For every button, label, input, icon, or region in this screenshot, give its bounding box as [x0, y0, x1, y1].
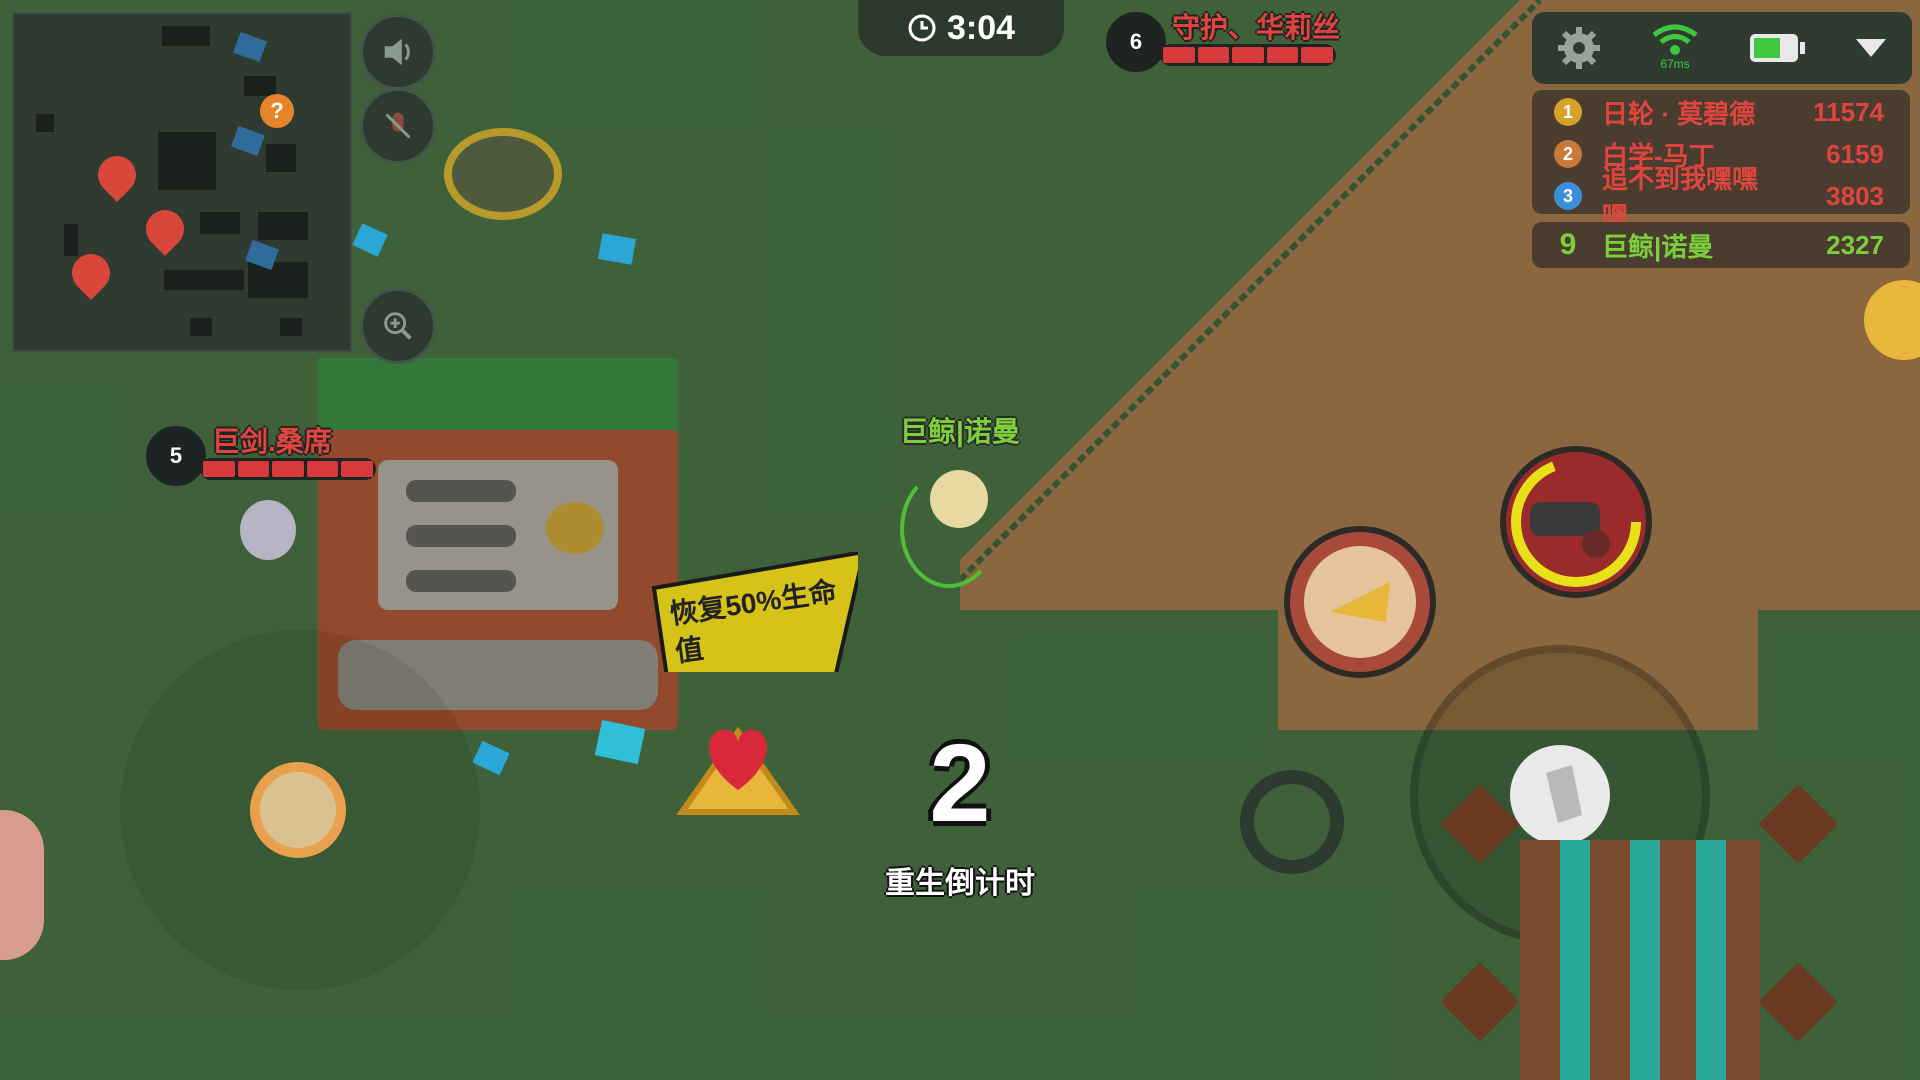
zoom-button[interactable] [360, 288, 436, 364]
dropdown-icon[interactable] [1854, 37, 1888, 59]
my-rank-number: 9 [1559, 228, 1577, 261]
minimap[interactable]: ? [12, 12, 352, 352]
character-portrait-icon [1304, 546, 1416, 658]
zoom-in-icon [384, 312, 412, 340]
wifi-indicator: 67ms [1650, 23, 1700, 73]
rank-badge: 2 [1554, 140, 1582, 168]
leaderboard: 1 日轮 · 莫碧德 11574 2 白学-马丁 6159 3 追不到我嘿嘿嘿 … [1532, 90, 1910, 231]
attack-joystick-knob[interactable] [1510, 745, 1610, 845]
cannon-icon [1511, 457, 1641, 587]
bridge-water [1630, 840, 1660, 1080]
enemy-level-badge: 6 [1106, 12, 1166, 72]
minimap-enemy-marker [138, 202, 192, 256]
water-crystal-icon [598, 233, 636, 265]
bridge-water [1560, 840, 1590, 1080]
battery-icon [1750, 34, 1805, 62]
leaderboard-player-name: 日轮 · 莫碧德 [1602, 98, 1756, 129]
enemy-character-offscreen [0, 810, 44, 960]
respawn-countdown-label: 重生倒计时 [885, 867, 1035, 900]
my-rank-row: 9 巨鲸|诺曼 2327 [1532, 222, 1910, 268]
enemy-level-badge: 5 [146, 426, 206, 486]
voice-chat-button[interactable] [360, 88, 436, 164]
enemy-health-bar [200, 458, 376, 480]
bridge-water [1696, 840, 1726, 1080]
respawn-countdown: 2 [929, 722, 991, 845]
leaderboard-score: 3803 [1826, 180, 1884, 211]
my-score: 2327 [1826, 229, 1884, 260]
rank-badge: 1 [1554, 98, 1582, 126]
match-timer: 3:04 [858, 0, 1064, 56]
heart-powerup-icon [676, 726, 800, 815]
leaderboard-score: 6159 [1826, 138, 1884, 169]
gear-icon[interactable] [1556, 25, 1602, 71]
sound-button[interactable] [360, 14, 436, 90]
game-viewport: 恢复50%生命值 巨鲸|诺曼 ? 3:04 6 守护、华莉丝 5 巨剑.桑席 6… [0, 0, 1920, 1080]
enemy-name-label: 巨剑.桑席 [212, 426, 332, 457]
enemy-character [240, 500, 296, 560]
rank-badge: 3 [1554, 182, 1582, 210]
ping-label: 67ms [1660, 57, 1690, 71]
speaker-icon [384, 38, 410, 66]
clock-icon [908, 14, 936, 42]
player-name-label: 巨鲸|诺曼 [900, 416, 1020, 447]
weapon-icon [1546, 765, 1582, 823]
leaderboard-row: 1 日轮 · 莫碧德 11574 [1532, 92, 1910, 132]
movement-joystick-knob[interactable] [250, 762, 346, 858]
enemy-name-label: 守护、华莉丝 [1172, 12, 1341, 43]
microphone-off-icon [385, 112, 411, 139]
leaderboard-score: 11574 [1813, 96, 1884, 127]
leaderboard-row: 3 追不到我嘿嘿嘿 3803 [1532, 164, 1910, 231]
player-range-ring [900, 470, 998, 588]
my-player-name: 巨鲸|诺曼 [1602, 231, 1714, 262]
jump-button[interactable] [1240, 770, 1344, 874]
minimap-enemy-marker [90, 148, 144, 202]
wifi-icon [1652, 24, 1698, 55]
enemy-health-bar [1160, 44, 1336, 66]
minimap-mystery-icon: ? [260, 94, 294, 128]
status-bar: 67ms [1532, 12, 1912, 84]
timer-value: 3:04 [946, 8, 1016, 47]
skill-button-cannon[interactable] [1500, 446, 1652, 598]
skill-button-secondary[interactable] [1284, 526, 1436, 678]
food-plate-icon [444, 128, 562, 220]
